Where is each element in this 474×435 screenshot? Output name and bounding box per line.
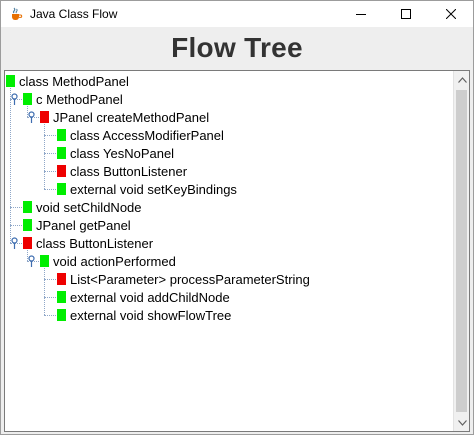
scroll-down-arrow-icon — [457, 419, 467, 426]
flow-tree[interactable]: class MethodPanel c MethodPanel JPanel cre… — [5, 71, 454, 431]
header-panel: Flow Tree — [5, 28, 469, 68]
status-indicator — [40, 255, 49, 267]
tree-node-label: void actionPerformed — [53, 253, 176, 269]
tree-node[interactable]: class ButtonListener — [23, 234, 153, 252]
page-title: Flow Tree — [171, 32, 303, 63]
status-indicator — [57, 165, 66, 177]
close-button[interactable] — [428, 1, 473, 27]
tree-connector-line — [44, 268, 45, 315]
tree-connector-line — [44, 135, 56, 136]
window-title: Java Class Flow — [30, 7, 118, 21]
tree-connector-line — [10, 88, 11, 243]
tree-node[interactable]: class YesNoPanel — [57, 144, 174, 162]
tree-node-label: List<Parameter> processParameterString — [70, 271, 310, 287]
window-controls — [338, 1, 473, 27]
tree-node-label: class ButtonListener — [70, 163, 188, 179]
tree-connector-line — [44, 153, 56, 154]
tree-node-label: class MethodPanel — [19, 73, 129, 89]
status-indicator — [57, 147, 66, 159]
tree-node[interactable]: void actionPerformed — [40, 252, 176, 270]
maximize-button[interactable] — [383, 1, 428, 27]
expanded-key-icon — [11, 237, 18, 249]
tree-connector-line — [44, 279, 56, 280]
tree-node-label: external void setKeyBindings — [70, 181, 237, 197]
tree-node-label: external void showFlowTree — [70, 307, 232, 323]
tree-node[interactable]: class AccessModifierPanel — [57, 126, 224, 144]
status-indicator — [57, 273, 66, 285]
tree-node[interactable]: external void showFlowTree — [57, 306, 231, 324]
title-bar[interactable]: Java Class Flow — [1, 1, 473, 27]
status-indicator — [23, 237, 32, 249]
expanded-key-icon — [28, 255, 35, 267]
close-icon — [445, 9, 456, 19]
tree-connector-line — [10, 207, 22, 208]
expand-toggle[interactable] — [10, 93, 19, 106]
tree-node-label: JPanel createMethodPanel — [53, 109, 210, 125]
status-indicator — [6, 75, 15, 87]
app-window: Java Class Flow Flow Tree class MethodPa… — [0, 0, 474, 435]
status-indicator — [57, 291, 66, 303]
expand-toggle[interactable] — [27, 255, 36, 268]
scroll-up-arrow-icon — [457, 76, 467, 83]
tree-node-label: class YesNoPanel — [70, 145, 175, 161]
expanded-key-icon — [28, 111, 35, 123]
minimize-button[interactable] — [338, 1, 383, 27]
tree-node[interactable]: JPanel getPanel — [23, 216, 131, 234]
tree-connector-line — [44, 189, 56, 190]
tree-connector-line — [44, 124, 45, 189]
scroll-down-button[interactable] — [454, 414, 469, 431]
expand-toggle[interactable] — [27, 111, 36, 124]
scroll-up-button[interactable] — [454, 71, 469, 88]
status-indicator — [23, 201, 32, 213]
status-indicator — [40, 111, 49, 123]
tree-node[interactable]: class MethodPanel — [6, 72, 129, 90]
java-cup-icon — [8, 6, 24, 22]
status-indicator — [57, 309, 66, 321]
status-indicator — [23, 93, 32, 105]
tree-node-label: external void addChildNode — [70, 289, 230, 305]
tree-node[interactable]: c MethodPanel — [23, 90, 123, 108]
expand-toggle[interactable] — [10, 237, 19, 250]
tree-node-label: JPanel getPanel — [36, 217, 131, 233]
expanded-key-icon — [11, 93, 18, 105]
tree-node[interactable]: List<Parameter> processParameterString — [57, 270, 310, 288]
status-indicator — [57, 129, 66, 141]
maximize-icon — [400, 9, 411, 19]
tree-connector-line — [44, 315, 56, 316]
tree-connector-line — [10, 225, 22, 226]
scroll-thumb[interactable] — [456, 90, 467, 412]
tree-connector-line — [44, 171, 56, 172]
flow-tree-panel: class MethodPanel c MethodPanel JPanel cre… — [4, 70, 470, 432]
tree-node[interactable]: JPanel createMethodPanel — [40, 108, 209, 126]
tree-node-label: class AccessModifierPanel — [70, 127, 224, 143]
vertical-scrollbar[interactable] — [453, 71, 469, 431]
tree-node[interactable]: external void addChildNode — [57, 288, 230, 306]
status-indicator — [57, 183, 66, 195]
tree-node[interactable]: void setChildNode — [23, 198, 142, 216]
tree-node[interactable]: external void setKeyBindings — [57, 180, 237, 198]
tree-node-label: class ButtonListener — [36, 235, 154, 251]
minimize-icon — [355, 14, 366, 15]
tree-node[interactable]: class ButtonListener — [57, 162, 187, 180]
status-indicator — [23, 219, 32, 231]
tree-node-label: void setChildNode — [36, 199, 142, 215]
tree-connector-line — [44, 297, 56, 298]
tree-node-label: c MethodPanel — [36, 91, 123, 107]
